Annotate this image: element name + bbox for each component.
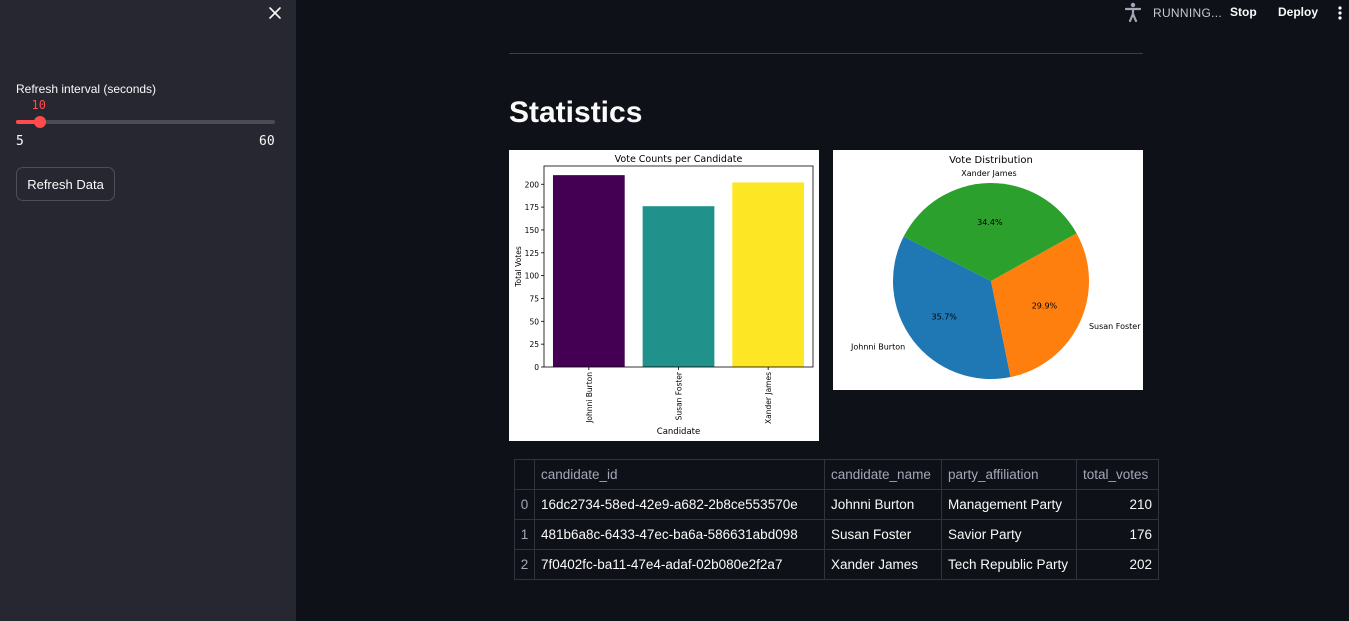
pie-chart: Vote Distribution 35.7% Johnni Burton 29.9%… <box>833 150 1143 390</box>
bar-susan-foster <box>642 206 715 367</box>
cell-total-votes[interactable]: 210 <box>1076 489 1159 520</box>
close-icon <box>269 7 281 19</box>
y-tick-label: 150 <box>525 226 540 235</box>
more-vertical-icon <box>1338 6 1342 20</box>
cell-party-affiliation[interactable]: Management Party <box>941 489 1077 520</box>
bar-xander-james <box>732 182 805 367</box>
slider-min-label: 5 <box>16 134 24 149</box>
column-header-total-votes[interactable]: total_votes <box>1076 459 1159 490</box>
table-row[interactable]: 1 481b6a8c-6433-47ec-ba6a-586631abd098 S… <box>514 519 1159 550</box>
y-tick-label: 100 <box>525 272 540 281</box>
cell-candidate-name[interactable]: Johnni Burton <box>824 489 942 520</box>
y-tick-label: 75 <box>529 294 539 303</box>
cell-candidate-name[interactable]: Susan Foster <box>824 519 942 550</box>
y-tick-label: 50 <box>529 317 539 326</box>
cell-candidate-id[interactable]: 16dc2734-58ed-42e9-a682-2b8ce553570e <box>534 489 825 520</box>
y-tick-label: 200 <box>525 180 540 189</box>
slider-label: Refresh interval (seconds) <box>16 82 157 96</box>
pie-chart-svg: Vote Distribution 35.7% Johnni Burton 29.9%… <box>850 155 1141 380</box>
sidebar: Refresh interval (seconds) 10 5 60 Refre… <box>0 0 296 621</box>
y-tick-label: 0 <box>534 363 539 372</box>
deploy-button[interactable]: Deploy <box>1278 5 1318 19</box>
row-index: 0 <box>514 489 535 520</box>
table-row[interactable]: 2 7f0402fc-ba11-47e4-adaf-02b080e2f2a7 X… <box>514 549 1159 580</box>
cell-candidate-name[interactable]: Xander James <box>824 549 942 580</box>
column-header-party-affiliation[interactable]: party_affiliation <box>941 459 1077 490</box>
bar-chart: Vote Counts per Candidate 0 25 50 75 100 125 15… <box>509 150 819 441</box>
table-row[interactable]: 0 16dc2734-58ed-42e9-a682-2b8ce553570e J… <box>514 489 1159 520</box>
close-sidebar-button[interactable] <box>266 4 284 22</box>
pie-category-label: Xander James <box>961 169 1016 178</box>
refresh-data-button[interactable]: Refresh Data <box>16 167 115 201</box>
pie-category-label: Johnni Burton <box>850 342 905 351</box>
x-tick-label: Susan Foster <box>675 371 684 420</box>
slider-current-value: 10 <box>31 98 46 112</box>
pie-value-label: 35.7% <box>931 313 957 322</box>
row-index: 2 <box>514 549 535 580</box>
cell-candidate-id[interactable]: 481b6a8c-6433-47ec-ba6a-586631abd098 <box>534 519 825 550</box>
row-index: 1 <box>514 519 535 550</box>
x-axis-label: Candidate <box>657 427 700 437</box>
bar-chart-title: Vote Counts per Candidate <box>615 154 743 165</box>
bar-johnni-burton <box>552 175 625 367</box>
pie-value-label: 34.4% <box>977 218 1003 227</box>
x-tick-label: Xander James <box>764 372 773 424</box>
divider <box>509 53 1143 54</box>
column-header-candidate-id[interactable]: candidate_id <box>534 459 825 490</box>
pie-value-label: 29.9% <box>1032 302 1058 311</box>
column-header-candidate-name[interactable]: candidate_name <box>824 459 942 490</box>
slider-max-label: 60 <box>259 134 275 149</box>
running-status: RUNNING... <box>1153 6 1222 20</box>
y-tick-label: 125 <box>525 249 540 258</box>
y-tick-label: 25 <box>529 340 539 349</box>
running-person-icon <box>1124 2 1142 23</box>
column-header-index[interactable] <box>514 459 535 490</box>
cell-party-affiliation[interactable]: Savior Party <box>941 519 1077 550</box>
cell-total-votes[interactable]: 176 <box>1076 519 1159 550</box>
pie-chart-title: Vote Distribution <box>949 155 1033 166</box>
pie-category-label: Susan Foster <box>1089 322 1141 331</box>
candidates-table[interactable]: candidate_id candidate_name party_affili… <box>514 459 1159 580</box>
bar-chart-svg: Vote Counts per Candidate 0 25 50 75 100 125 15… <box>514 154 814 437</box>
cell-total-votes[interactable]: 202 <box>1076 549 1159 580</box>
main-menu-button[interactable] <box>1336 5 1344 21</box>
slider-thumb[interactable] <box>33 116 46 128</box>
cell-party-affiliation[interactable]: Tech Republic Party <box>941 549 1077 580</box>
y-axis-label: Total Votes <box>514 246 523 288</box>
cell-candidate-id[interactable]: 7f0402fc-ba11-47e4-adaf-02b080e2f2a7 <box>534 549 825 580</box>
y-tick-label: 175 <box>525 203 540 212</box>
x-tick-label: Johnni Burton <box>585 372 594 424</box>
table-header-row: candidate_id candidate_name party_affili… <box>514 459 1159 490</box>
stop-button[interactable]: Stop <box>1230 5 1257 19</box>
refresh-interval-slider[interactable] <box>16 116 275 128</box>
page-title: Statistics <box>509 96 643 129</box>
